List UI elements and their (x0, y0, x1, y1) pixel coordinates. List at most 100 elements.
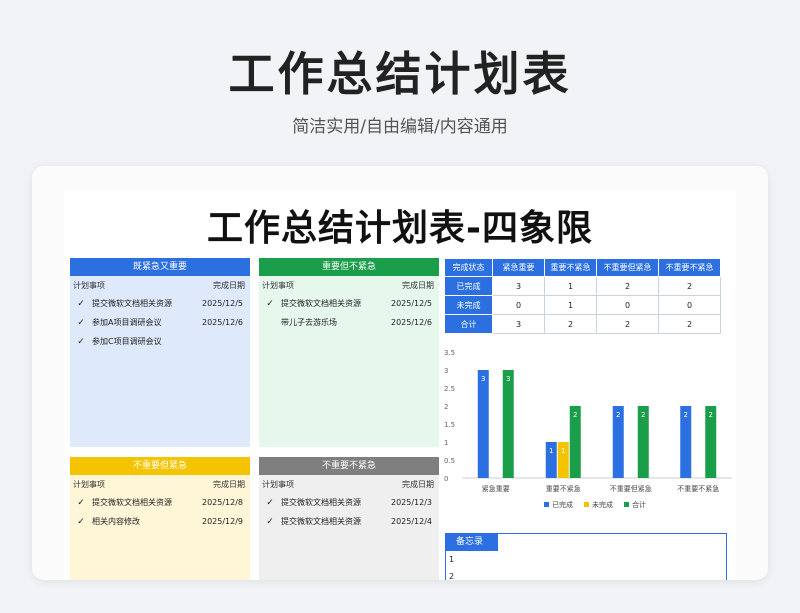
bar-1-3 (502, 370, 514, 478)
status-row-label: 合计 (444, 314, 493, 334)
task-name: 提交微软文档相关资源 (281, 299, 361, 308)
bar-data-label: 1 (549, 447, 553, 455)
status-header-cell: 完成状态 (444, 258, 493, 277)
page-subtitle: 简洁实用/自由编辑/内容通用 (292, 117, 508, 137)
task-name: 提交微软文档相关资源 (92, 299, 172, 308)
status-cell[interactable]: 1 (544, 295, 597, 315)
status-bar-chart: 00.511.522.533.53 3紧急重要1 12重要不紧急2 2不重要但紧急2 2… (444, 349, 732, 509)
task-row[interactable]: ✓ 提交微软文档相关资源 2025/12/8 (70, 493, 250, 512)
x-tick-label: 不重要不紧急 (677, 484, 719, 493)
status-cell[interactable]: 0 (658, 295, 721, 315)
y-tick-label: 3.5 (444, 349, 455, 357)
column-header-date: 完成日期 (213, 480, 245, 489)
task-row[interactable]: ✓ 相关内容修改 2025/12/9 (70, 512, 250, 531)
task-row[interactable]: ✓ 提交微软文档相关资源 2025/12/3 (259, 493, 439, 512)
task-row[interactable]: ✓ 参加C项目调研会议 (70, 332, 250, 351)
status-row-label: 已完成 (444, 276, 493, 296)
column-header-task: 计划事项 (262, 480, 294, 489)
task-row[interactable]: ✓ 提交微软文档相关资源 2025/12/5 (259, 294, 439, 313)
legend-label: 合计 (632, 500, 646, 509)
status-row-label: 未完成 (444, 295, 493, 315)
y-tick-label: 2.5 (444, 385, 455, 393)
bar-data-label: 2 (573, 411, 577, 419)
task-date: 2025/12/5 (202, 299, 244, 308)
task-name: 参加C项目调研会议 (92, 337, 162, 346)
task-name: 带儿子去游乐场 (281, 318, 337, 327)
task-row[interactable]: 带儿子去游乐场 2025/12/6 (259, 313, 439, 332)
task-name: 相关内容修改 (92, 517, 140, 526)
column-header-task: 计划事项 (262, 281, 294, 290)
status-table: 完成状态 紧急重要 重要不紧急 不重要但紧急 不重要不紧急 已完成 3 1 2 2 未完成 0 1 0 0… (444, 258, 721, 334)
task-date: 2025/12/8 (202, 498, 244, 507)
bar-data-label: 2 (616, 411, 620, 419)
memo-box: 备忘录 12 (445, 533, 727, 580)
y-tick-label: 0 (444, 475, 448, 483)
spreadsheet-preview: 工作总结计划表-四象限 既紧急又重要 计划事项 完成日期 ✓ 提交微软文档相关资源 202… (64, 191, 736, 580)
task-date: 2025/12/9 (202, 517, 244, 526)
task-row[interactable]: ✓ 参加A项目调研会议 2025/12/6 (70, 313, 250, 332)
quadrant-title: 重要但不紧急 (259, 258, 439, 276)
quadrant-columns: 计划事项 完成日期 (70, 475, 250, 493)
status-header-cell: 重要不紧急 (544, 258, 597, 277)
column-header-task: 计划事项 (73, 281, 105, 290)
status-cell[interactable]: 0 (596, 295, 659, 315)
page-title: 工作总结计划表 (228, 47, 572, 101)
status-cell[interactable]: 3 (492, 314, 545, 334)
task-row[interactable]: ✓ 提交微软文档相关资源 2025/12/4 (259, 512, 439, 531)
x-tick-label: 不重要但紧急 (610, 484, 652, 493)
checkmark-icon: ✓ (266, 298, 274, 309)
checkmark-icon: ✓ (77, 317, 85, 328)
status-row: 已完成 3 1 2 2 (444, 276, 721, 296)
status-cell[interactable]: 2 (596, 314, 659, 334)
x-tick-label: 紧急重要 (482, 484, 510, 493)
task-date: 2025/12/4 (391, 517, 433, 526)
y-tick-label: 2 (444, 403, 448, 411)
quadrant-body: 计划事项 完成日期 ✓ 提交微软文档相关资源 2025/12/8 ✓ 相关内容修改 2025/… (70, 475, 250, 580)
bar-data-label: 1 (561, 447, 565, 455)
checkmark-icon: ✓ (266, 497, 274, 508)
quadrant-title: 既紧急又重要 (70, 258, 250, 276)
status-cell[interactable]: 1 (544, 276, 597, 296)
quadrant-1: 既紧急又重要 计划事项 完成日期 ✓ 提交微软文档相关资源 2025/12/5 ✓ 参加A项目… (70, 258, 250, 447)
x-tick-label: 重要不紧急 (546, 484, 581, 493)
task-date: 2025/12/3 (391, 498, 433, 507)
task-name: 提交微软文档相关资源 (92, 498, 172, 507)
task-date: 2025/12/6 (391, 318, 433, 327)
bar-1-1 (477, 370, 489, 478)
task-row[interactable]: ✓ 提交微软文档相关资源 2025/12/5 (70, 294, 250, 313)
status-cell[interactable]: 3 (492, 276, 545, 296)
quadrant-title: 不重要但紧急 (70, 457, 250, 475)
status-cell[interactable]: 2 (658, 276, 721, 296)
legend-swatch (544, 502, 549, 507)
quadrant-columns: 计划事项 完成日期 (259, 276, 439, 294)
quadrant-body: 计划事项 完成日期 ✓ 提交微软文档相关资源 2025/12/3 ✓ 提交微软文档相关资源 2… (259, 475, 439, 580)
checkmark-icon: ✓ (266, 516, 274, 527)
bar-data-label: 2 (684, 411, 688, 419)
quadrant-columns: 计划事项 完成日期 (70, 276, 250, 294)
task-date: 2025/12/6 (202, 318, 244, 327)
status-cell[interactable]: 2 (596, 276, 659, 296)
y-tick-label: 3 (444, 367, 448, 375)
task-date: 2025/12/5 (391, 299, 433, 308)
checkmark-icon: ✓ (77, 497, 85, 508)
quadrant-2: 重要但不紧急计划事项 完成日期 ✓ 提交微软文档相关资源 2025/12/5 带儿子去游乐… (259, 258, 439, 447)
status-cell[interactable]: 2 (544, 314, 597, 334)
quadrant-body: 计划事项 完成日期 ✓ 提交微软文档相关资源 2025/12/5 带儿子去游乐场 2025/… (259, 276, 439, 447)
status-cell[interactable]: 2 (658, 314, 721, 334)
memo-line[interactable]: 1 (446, 551, 726, 568)
quadrant-body: 计划事项 完成日期 ✓ 提交微软文档相关资源 2025/12/5 ✓ 参加A项目调研会议 20… (70, 276, 250, 447)
memo-title: 备忘录 (446, 534, 498, 551)
status-header-cell: 不重要但紧急 (596, 258, 659, 277)
bar-data-label: 3 (506, 375, 510, 383)
quadrant-title: 不重要不紧急 (259, 457, 439, 475)
legend-swatch (624, 502, 629, 507)
preview-card: 工作总结计划表-四象限 既紧急又重要 计划事项 完成日期 ✓ 提交微软文档相关资源 202… (32, 166, 768, 580)
y-tick-label: 1.5 (444, 421, 455, 429)
legend-label: 未完成 (592, 500, 613, 509)
column-header-date: 完成日期 (402, 480, 434, 489)
status-cell[interactable]: 0 (492, 295, 545, 315)
task-name: 提交微软文档相关资源 (281, 498, 361, 507)
column-header-date: 完成日期 (402, 281, 434, 290)
memo-line[interactable]: 2 (446, 568, 726, 580)
quadrant-columns: 计划事项 完成日期 (259, 475, 439, 493)
